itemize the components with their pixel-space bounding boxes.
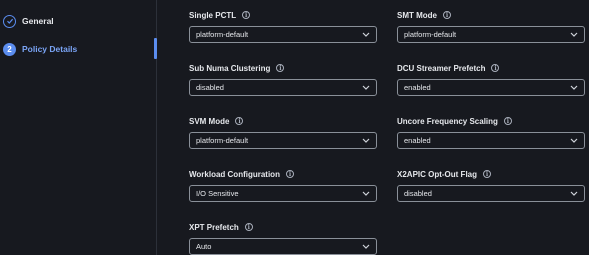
field-label: Single PCTL: [189, 10, 237, 20]
field-label: Uncore Frequency Scaling: [397, 116, 498, 126]
field-smt-mode: SMT Mode i platform-default: [397, 9, 585, 43]
field-label: SVM Mode: [189, 116, 230, 126]
x2apic-opt-out-flag-select[interactable]: disabled: [397, 185, 585, 202]
field-workload-configuration: Workload Configuration i I/O Sensitive: [189, 168, 377, 202]
select-value: platform-default: [196, 30, 249, 39]
chevron-down-icon: [570, 191, 578, 196]
info-icon[interactable]: i: [244, 223, 253, 231]
chevron-down-icon: [362, 244, 370, 249]
smt-mode-select[interactable]: platform-default: [397, 26, 585, 43]
field-label: Sub Numa Clustering: [189, 63, 271, 73]
step-number-icon: 2: [3, 42, 16, 56]
select-value: enabled: [404, 83, 431, 92]
chevron-down-icon: [362, 32, 370, 37]
select-value: Auto: [196, 242, 212, 251]
chevron-down-icon: [362, 191, 370, 196]
active-step-indicator: [154, 38, 157, 59]
select-value: platform-default: [196, 136, 249, 145]
workload-configuration-select[interactable]: I/O Sensitive: [189, 185, 377, 202]
step-policy-details-label: Policy Details: [22, 44, 78, 54]
uncore-frequency-scaling-select[interactable]: enabled: [397, 132, 585, 149]
step-policy-details[interactable]: 2 Policy Details: [3, 41, 77, 57]
single-pctl-select[interactable]: platform-default: [189, 26, 377, 43]
select-value: I/O Sensitive: [196, 189, 239, 198]
info-icon[interactable]: i: [285, 170, 294, 178]
wizard-sidebar: General 2 Policy Details: [0, 0, 157, 255]
info-icon[interactable]: i: [503, 117, 512, 125]
info-icon[interactable]: i: [483, 170, 491, 178]
chevron-down-icon: [570, 85, 578, 90]
field-single-pctl: Single PCTL i platform-default: [189, 9, 377, 43]
field-label: Workload Configuration: [189, 169, 280, 179]
info-icon[interactable]: i: [242, 11, 251, 19]
select-value: disabled: [404, 189, 432, 198]
sub-numa-clustering-select[interactable]: disabled: [189, 79, 377, 96]
field-label: XPT Prefetch: [189, 222, 239, 232]
check-circle-icon: [3, 14, 16, 28]
xpt-prefetch-select[interactable]: Auto: [189, 238, 377, 255]
field-xpt-prefetch: XPT Prefetch i Auto: [189, 221, 377, 255]
field-label: X2APIC Opt-Out Flag: [397, 169, 477, 179]
select-value: disabled: [196, 83, 224, 92]
dcu-streamer-prefetch-select[interactable]: enabled: [397, 79, 585, 96]
info-icon[interactable]: i: [276, 64, 285, 72]
info-icon[interactable]: i: [491, 64, 500, 72]
info-icon[interactable]: i: [443, 11, 451, 19]
field-label: DCU Streamer Prefetch: [397, 63, 486, 73]
step-general[interactable]: General: [3, 13, 54, 29]
chevron-down-icon: [362, 138, 370, 143]
field-x2apic-opt-out-flag: X2APIC Opt-Out Flag i disabled: [397, 168, 585, 202]
step-general-label: General: [22, 16, 54, 26]
chevron-down-icon: [570, 32, 578, 37]
info-icon[interactable]: i: [235, 117, 244, 125]
field-sub-numa-clustering: Sub Numa Clustering i disabled: [189, 62, 377, 96]
select-value: platform-default: [404, 30, 457, 39]
field-dcu-streamer-prefetch: DCU Streamer Prefetch i enabled: [397, 62, 585, 96]
select-value: enabled: [404, 136, 431, 145]
field-label: SMT Mode: [397, 10, 437, 20]
chevron-down-icon: [570, 138, 578, 143]
field-svm-mode: SVM Mode i platform-default: [189, 115, 377, 149]
field-uncore-frequency-scaling: Uncore Frequency Scaling i enabled: [397, 115, 585, 149]
svm-mode-select[interactable]: platform-default: [189, 132, 377, 149]
chevron-down-icon: [362, 85, 370, 90]
